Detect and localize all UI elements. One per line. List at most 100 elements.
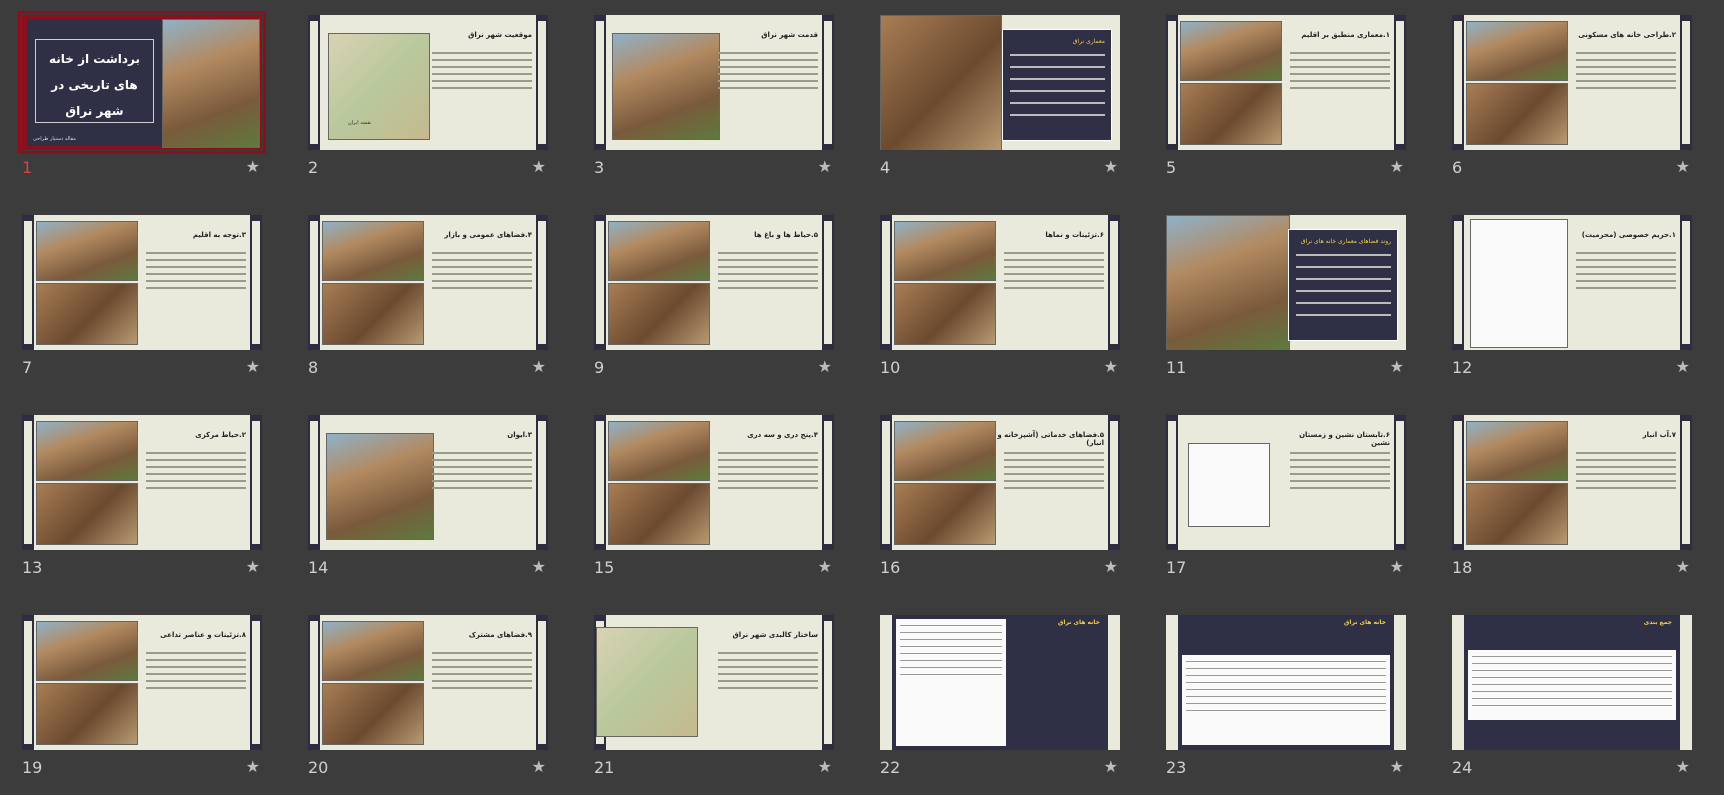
slide-scroll-right [536,615,548,750]
slide-scroll-right [250,615,262,750]
star-icon[interactable]: ★ [246,357,260,376]
slide-preview[interactable]: ۴.پنج دری و سه دری [594,415,834,550]
slide-preview[interactable]: برداشت از خانه های تاریخی در شهر نراق مقا… [18,11,266,154]
slide-body-text [1576,447,1676,494]
map-caption: نقشه ایران [348,120,372,126]
slide-preview[interactable]: خانه های نراق [880,615,1120,750]
slide-thumbnail-16[interactable]: ۵.فضاهای خدماتی (آشپزخانه و انبار) 16 ★ [880,415,1120,595]
slide-body-text [146,247,246,294]
slide-scroll-left [594,415,606,550]
slide-image-bottom [608,483,710,545]
slide-image-top [36,621,138,681]
slide-preview[interactable]: روند فضاهای معماری خانه های نراق [1166,215,1406,350]
star-icon[interactable]: ★ [1390,757,1404,776]
star-icon[interactable]: ★ [1676,357,1690,376]
slide-thumbnail-3[interactable]: قدمت شهر نراق 3 ★ [594,15,834,195]
slide-thumbnail-24[interactable]: جمع بندی 24 ★ [1452,615,1692,795]
slide-preview[interactable]: معماری نراق [880,15,1120,150]
slide-thumbnail-20[interactable]: ۹.فضاهای مشترک 20 ★ [308,615,548,795]
slide-preview[interactable]: ۳.توجه به اقلیم [22,215,262,350]
slide-title: ۴.فضاهای عمومی و بازار [444,231,532,239]
slide-preview[interactable]: ۴.فضاهای عمومی و بازار [308,215,548,350]
slide-thumbnail-9[interactable]: ۵.حیاط ها و باغ ها 9 ★ [594,215,834,395]
slide-scroll-right [1108,415,1120,550]
slide-scroll-right [1394,15,1406,150]
star-icon[interactable]: ★ [532,757,546,776]
star-icon[interactable]: ★ [1104,357,1118,376]
slide-preview[interactable]: جمع بندی [1452,615,1692,750]
star-icon[interactable]: ★ [1676,557,1690,576]
star-icon[interactable]: ★ [246,557,260,576]
slide-thumbnail-7[interactable]: ۳.توجه به اقلیم 7 ★ [22,215,262,395]
slide-preview[interactable]: ۶.تابستان نشین و زمستان نشین [1166,415,1406,550]
slide-thumbnail-14[interactable]: ۳.ایوان 14 ★ [308,415,548,595]
slide-drawing [896,619,1006,746]
star-icon[interactable]: ★ [1104,557,1118,576]
star-icon[interactable]: ★ [1104,757,1118,776]
slide-image-top [1466,421,1568,481]
slide-preview[interactable]: ۲.طراحی خانه های مسکونی [1452,15,1692,150]
star-icon[interactable]: ★ [818,557,832,576]
slide-thumbnail-10[interactable]: ۶.تزئینات و نماها 10 ★ [880,215,1120,395]
slide-thumbnail-1[interactable]: برداشت از خانه های تاریخی در شهر نراق مقا… [18,11,266,195]
slide-preview[interactable]: نقشه ایران موقعیت شهر نراق [308,15,548,150]
slide-text-box: روند فضاهای معماری خانه های نراق [1288,229,1398,341]
slide-thumbnail-23[interactable]: خانه های نراق 23 ★ [1166,615,1406,795]
star-icon[interactable]: ★ [1390,357,1404,376]
star-icon[interactable]: ★ [1676,757,1690,776]
slide-thumbnail-4[interactable]: معماری نراق 4 ★ [880,15,1120,195]
slide-preview[interactable]: ۶.تزئینات و نماها [880,215,1120,350]
slide-number: 2 [308,158,319,177]
slide-thumbnail-13[interactable]: ۲.حیاط مرکزی 13 ★ [22,415,262,595]
slide-preview[interactable]: ساختار کالبدی شهر نراق [594,615,834,750]
star-icon[interactable]: ★ [1390,557,1404,576]
star-icon[interactable]: ★ [1676,157,1690,176]
slide-preview[interactable]: ۱.حریم خصوصی (محرمیت) [1452,215,1692,350]
slide-thumbnail-8[interactable]: ۴.فضاهای عمومی و بازار 8 ★ [308,215,548,395]
star-icon[interactable]: ★ [532,157,546,176]
slide-scroll-right [822,615,834,750]
slide-preview[interactable]: ۹.فضاهای مشترک [308,615,548,750]
slide-body-text [432,647,532,694]
slide-scroll-right [1108,215,1120,350]
star-icon[interactable]: ★ [246,757,260,776]
slide-preview[interactable]: ۵.حیاط ها و باغ ها [594,215,834,350]
star-icon[interactable]: ★ [818,157,832,176]
slide-scroll-right [536,215,548,350]
slide-image-top [36,421,138,481]
star-icon[interactable]: ★ [532,557,546,576]
slide-thumbnail-11[interactable]: روند فضاهای معماری خانه های نراق 11 ★ [1166,215,1406,395]
slide-scroll-left [1166,415,1178,550]
slide-number: 22 [880,758,901,777]
slide-thumbnail-5[interactable]: ۱.معماری منطبق بر اقلیم 5 ★ [1166,15,1406,195]
slide-thumbnail-18[interactable]: ۷.آب انبار 18 ★ [1452,415,1692,595]
slide-preview[interactable]: خانه های نراق [1166,615,1406,750]
slide-preview[interactable]: ۳.ایوان [308,415,548,550]
star-icon[interactable]: ★ [818,757,832,776]
star-icon[interactable]: ★ [532,357,546,376]
slide-scroll-left [880,215,892,350]
slide-thumbnail-15[interactable]: ۴.پنج دری و سه دری 15 ★ [594,415,834,595]
slide-image [162,19,260,148]
slide-preview[interactable]: ۸.تزئینات و عناصر تداعی [22,615,262,750]
star-icon[interactable]: ★ [246,157,260,176]
slide-thumbnail-22[interactable]: خانه های نراق 22 ★ [880,615,1120,795]
slide-preview[interactable]: قدمت شهر نراق [594,15,834,150]
slide-preview[interactable]: ۵.فضاهای خدماتی (آشپزخانه و انبار) [880,415,1120,550]
slide-thumbnail-2[interactable]: نقشه ایران موقعیت شهر نراق 2 ★ [308,15,548,195]
slide-preview[interactable]: ۱.معماری منطبق بر اقلیم [1166,15,1406,150]
star-icon[interactable]: ★ [1390,157,1404,176]
slide-thumbnail-17[interactable]: ۶.تابستان نشین و زمستان نشین 17 ★ [1166,415,1406,595]
slide-preview[interactable]: ۲.حیاط مرکزی [22,415,262,550]
slide-thumbnail-21[interactable]: ساختار کالبدی شهر نراق 21 ★ [594,615,834,795]
slide-image-top [1466,21,1568,81]
slide-number: 24 [1452,758,1473,777]
slide-number: 9 [594,358,605,377]
slide-preview[interactable]: ۷.آب انبار [1452,415,1692,550]
star-icon[interactable]: ★ [1104,157,1118,176]
star-icon[interactable]: ★ [818,357,832,376]
slide-scroll-left [22,415,34,550]
slide-thumbnail-19[interactable]: ۸.تزئینات و عناصر تداعی 19 ★ [22,615,262,795]
slide-thumbnail-12[interactable]: ۱.حریم خصوصی (محرمیت) 12 ★ [1452,215,1692,395]
slide-thumbnail-6[interactable]: ۲.طراحی خانه های مسکونی 6 ★ [1452,15,1692,195]
